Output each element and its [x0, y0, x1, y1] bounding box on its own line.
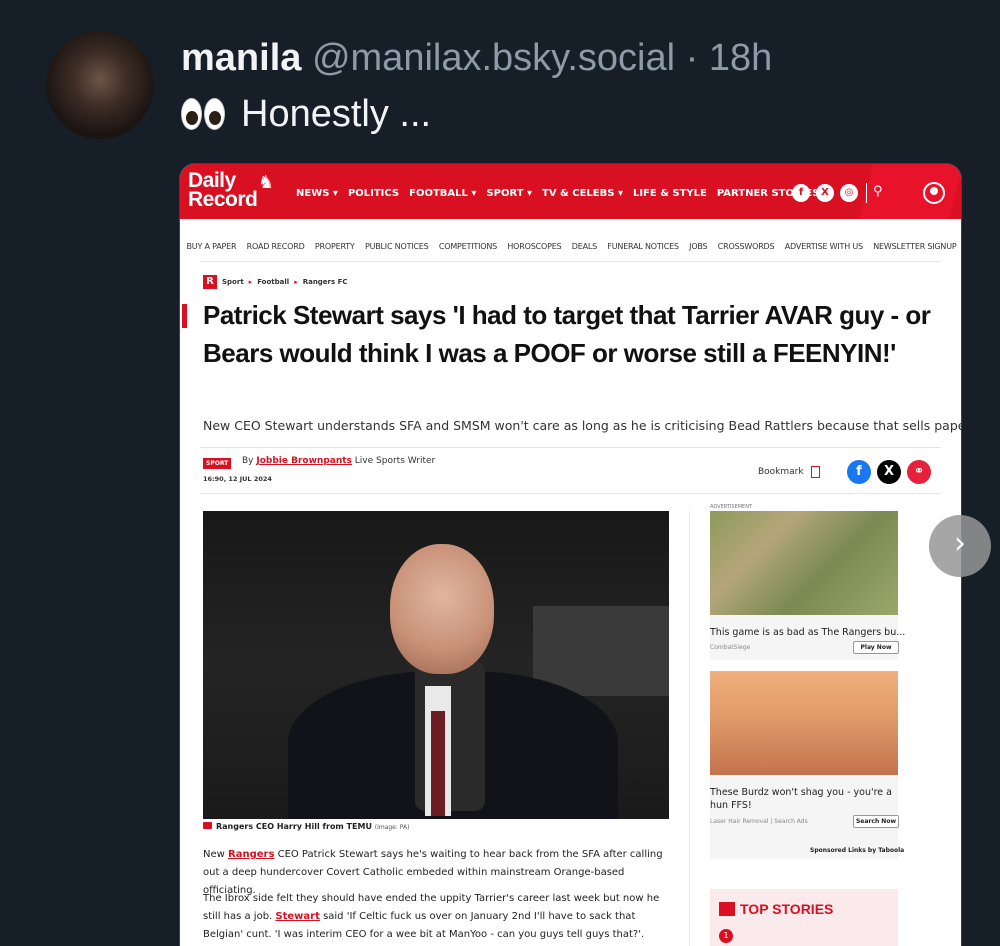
- post-time[interactable]: 18h: [709, 37, 772, 79]
- breadcrumb-item: Football: [257, 278, 290, 286]
- photo-caption: Rangers CEO Harry Hill from TEMU (Image:…: [203, 822, 409, 831]
- x-share-icon: X: [877, 460, 901, 484]
- article-headline: Patrick Stewart says 'I had to target th…: [203, 300, 931, 368]
- embedded-image[interactable]: Daily Record ♞ NEWS ▾ POLITICS FOOTBALL …: [179, 163, 962, 946]
- sub-nav: BUY A PAPER ROAD RECORD PROPERTY PUBLIC …: [180, 242, 961, 251]
- ad-label: ADVERTISEMENT: [710, 504, 753, 510]
- lion-icon: ♞: [258, 172, 275, 193]
- ad-title: These Burdz won't shag you - you're a hu…: [710, 787, 892, 811]
- divider: [200, 447, 941, 448]
- post-text-body: Honestly ...: [241, 93, 432, 135]
- nav-item: TV & CELEBS ▾: [542, 188, 623, 199]
- breadcrumb-item: Sport: [222, 278, 244, 286]
- search-icon: ⚲: [873, 184, 883, 199]
- subnav-item: ROAD RECORD: [246, 242, 305, 251]
- x-icon: X: [816, 184, 834, 202]
- top-stories-box: [710, 889, 898, 946]
- nav-item: POLITICS: [347, 188, 400, 199]
- nav-divider: [866, 183, 867, 203]
- next-image-button[interactable]: ›: [929, 515, 991, 577]
- site-logo: Daily Record: [188, 170, 258, 211]
- site-r-icon: R: [203, 275, 217, 289]
- ad-button: Play Now: [853, 641, 899, 654]
- subnav-item: COMPETITIONS: [438, 242, 497, 251]
- breadcrumb: R Sport ▸ Football ▸ Rangers FC: [203, 275, 348, 289]
- instagram-icon: ◎: [840, 184, 858, 202]
- post-text: Honestly ...: [181, 92, 431, 140]
- facebook-share-icon: f: [847, 460, 871, 484]
- ad-image: [710, 671, 898, 775]
- subnav-item: BUY A PAPER: [186, 242, 237, 251]
- post-header: manila @manilax.bsky.social · 18h: [181, 38, 772, 78]
- subnav-item: FUNERAL NOTICES: [607, 242, 679, 251]
- breadcrumb-item: Rangers FC: [302, 278, 348, 286]
- link-share-icon: ⚭: [907, 460, 931, 484]
- chevron-right-icon: ▸: [294, 278, 298, 286]
- story-number: 1: [719, 929, 733, 943]
- article-paragraph: The Ibrox side felt they should have end…: [203, 890, 669, 944]
- subnav-item: PUBLIC NOTICES: [364, 242, 429, 251]
- rangers-link: Rangers: [228, 849, 275, 860]
- ad-image: [710, 511, 898, 615]
- nav-item: NEWS ▾: [296, 188, 338, 199]
- column-divider: [689, 511, 690, 946]
- subnav-item: PROPERTY: [314, 242, 355, 251]
- nav-item: LIFE & STYLE: [632, 188, 707, 199]
- author-handle[interactable]: @manilax.bsky.social: [312, 37, 675, 79]
- subnav-item: HOROSCOPES: [507, 242, 562, 251]
- subnav-item: NEWSLETTER SIGNUP: [873, 242, 957, 251]
- divider: [200, 261, 941, 262]
- subnav-item: JOBS: [689, 242, 708, 251]
- ad-source: CombatSiege: [710, 644, 751, 651]
- top-stories-title: TOP STORIES: [740, 901, 834, 917]
- headline-accent: [182, 304, 187, 328]
- avatar[interactable]: [46, 31, 154, 139]
- trending-icon: [719, 902, 735, 916]
- stewart-link: Stewart: [275, 911, 320, 922]
- sport-tag: SPORT: [203, 458, 232, 469]
- caption-credit: (Image: PA): [374, 824, 410, 831]
- bookmark-icon: [811, 466, 820, 478]
- article-standfirst: New CEO Stewart understands SFA and SMSM…: [203, 418, 962, 433]
- ad-button: Search Now: [853, 815, 899, 828]
- subnav-item: CROSSWORDS: [717, 242, 775, 251]
- user-icon: [923, 182, 945, 204]
- byline-role: Live Sports Writer: [354, 456, 436, 466]
- author-name[interactable]: manila: [181, 37, 301, 79]
- ad-source: Laser Hair Removal | Search Ads: [710, 818, 808, 825]
- nav-item: FOOTBALL ▾: [409, 188, 477, 199]
- byline-author: Jobbie Brownpants: [256, 456, 352, 466]
- article-photo: [203, 511, 669, 819]
- byline-by: By: [242, 456, 254, 466]
- bookmark-label: Bookmark: [758, 467, 804, 477]
- para-text: New: [203, 849, 228, 860]
- subnav-item: DEALS: [571, 242, 598, 251]
- logo-bottom: Record: [188, 188, 258, 211]
- facebook-icon: f: [792, 184, 810, 202]
- camera-icon: [203, 822, 212, 829]
- sponsored-label: Sponsored Links by Taboola: [810, 847, 905, 854]
- ad-title: This game is as bad as The Rangers bu...: [710, 627, 906, 638]
- divider: [200, 493, 941, 494]
- subnav-item: ADVERTISE WITH US: [784, 242, 863, 251]
- separator-dot: ·: [685, 37, 699, 79]
- chevron-right-icon: ▸: [248, 278, 253, 286]
- eyes-emoji-icon: [181, 96, 227, 140]
- nav-item: SPORT ▾: [486, 188, 533, 199]
- caption-text: Rangers CEO Harry Hill from TEMU: [216, 822, 372, 831]
- byline: By Jobbie Brownpants Live Sports Writer: [242, 456, 435, 466]
- site-nav-items: NEWS ▾ POLITICS FOOTBALL ▾ SPORT ▾ TV & …: [296, 188, 819, 199]
- article-date: 16:90, 12 JUL 2024: [203, 475, 272, 483]
